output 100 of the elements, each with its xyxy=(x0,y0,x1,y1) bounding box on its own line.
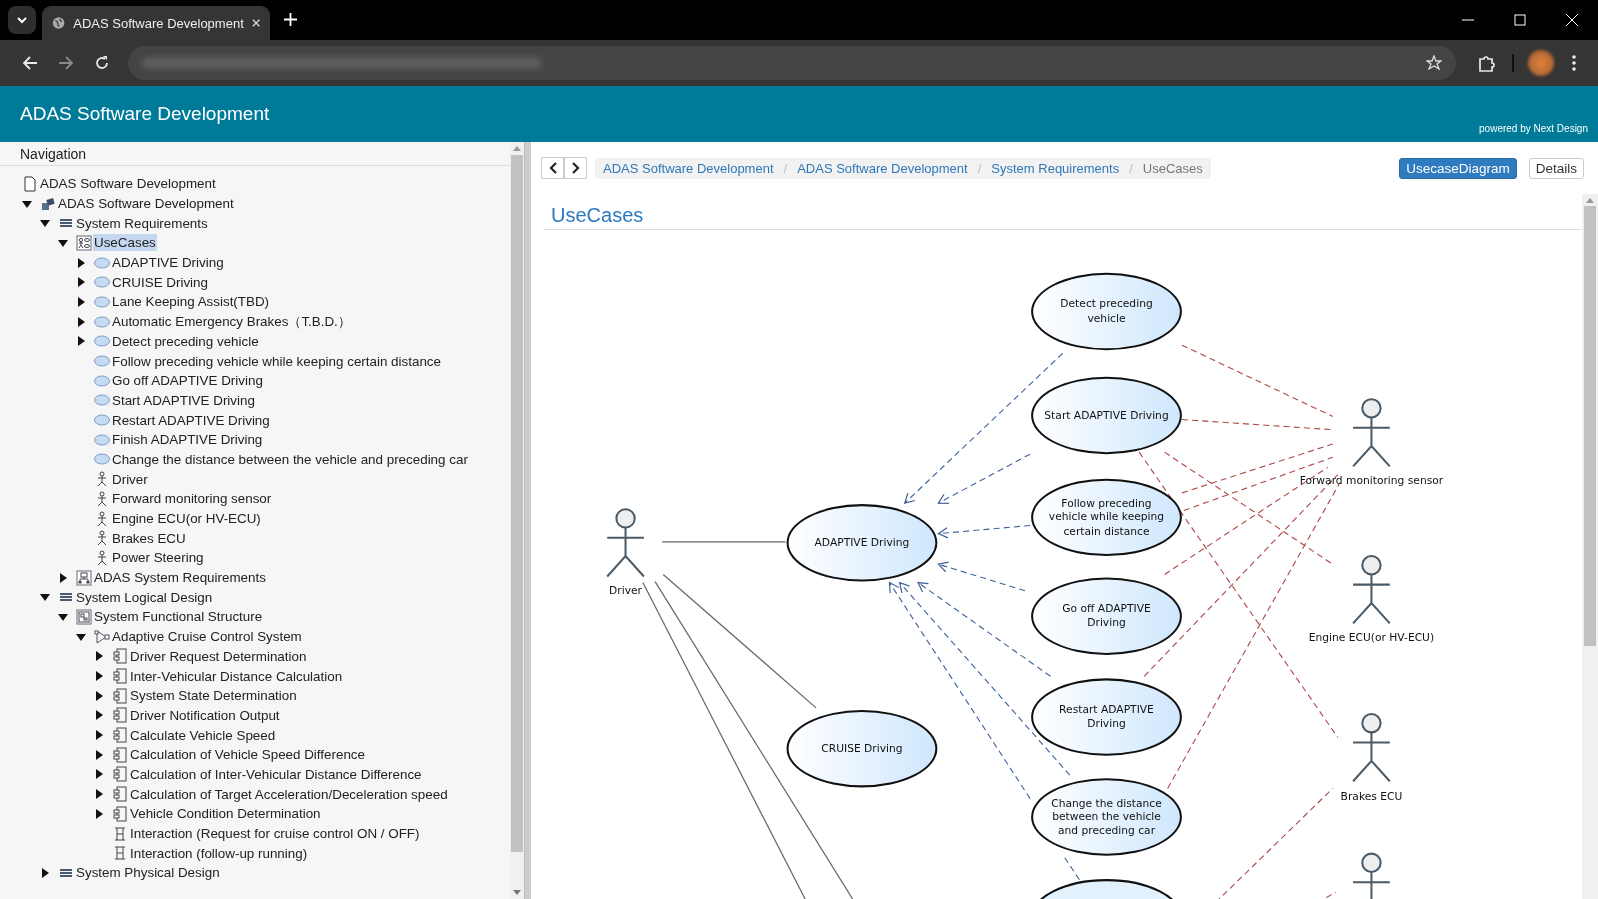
breadcrumb-link[interactable]: System Requirements xyxy=(991,160,1120,176)
tab-list-button[interactable] xyxy=(8,6,36,34)
use-case-ellipse[interactable]: Detect preceding vehicle xyxy=(1031,272,1182,351)
use-case-ellipse[interactable]: ADAPTIVE Driving xyxy=(786,504,938,582)
tree-item[interactable]: Forward monitoring sensor xyxy=(111,490,273,508)
use-case-ellipse[interactable]: Go off ADAPTIVE Driving xyxy=(1031,577,1182,655)
tree-item[interactable]: System Logical Design xyxy=(75,588,214,606)
tree-item[interactable]: System Physical Design xyxy=(75,864,221,882)
tree-item[interactable]: Detect preceding vehicle xyxy=(111,332,260,350)
system-icon xyxy=(94,628,110,645)
globe-icon xyxy=(52,15,66,31)
tree-item[interactable]: Calculation of Target Acceleration/Deceleration speed xyxy=(129,785,449,803)
new-tab-icon[interactable] xyxy=(284,13,297,26)
expander-triangle-icon[interactable] xyxy=(94,749,104,760)
expander-triangle-icon[interactable] xyxy=(76,336,86,347)
tree-item[interactable]: System State Determination xyxy=(129,687,298,705)
view-button[interactable]: Details xyxy=(1528,157,1584,179)
tree-item[interactable]: Go off ADAPTIVE Driving xyxy=(111,372,264,390)
actor-figure xyxy=(1352,555,1391,625)
close-icon[interactable] xyxy=(251,18,260,28)
next-button[interactable] xyxy=(564,157,587,179)
tree-item[interactable]: Power Steering xyxy=(111,549,205,567)
tree-item[interactable]: Automatic Emergency Brakes（T.B.D.） xyxy=(111,311,352,332)
expander-triangle-icon[interactable] xyxy=(94,730,104,741)
expander-triangle-icon[interactable] xyxy=(40,218,50,229)
expander-triangle-icon[interactable] xyxy=(76,296,86,307)
tree-item[interactable]: Brakes ECU xyxy=(111,529,187,547)
browser-tab[interactable]: ADAS Software Development xyxy=(42,6,270,40)
breadcrumb-link[interactable]: ADAS Software Development xyxy=(797,160,968,176)
usecase-icon xyxy=(94,293,110,310)
usecase-icon xyxy=(94,412,110,429)
tree-item[interactable]: Driver xyxy=(111,470,149,488)
tree-item[interactable]: System Requirements xyxy=(75,214,209,232)
expander-triangle-icon[interactable] xyxy=(76,631,86,642)
menu-icon[interactable] xyxy=(1572,55,1576,71)
expander-triangle-icon[interactable] xyxy=(76,316,86,327)
expander-triangle-icon[interactable] xyxy=(58,237,68,248)
puzzle-piece-icon[interactable] xyxy=(1478,54,1496,72)
tree-item[interactable]: Finish ADAPTIVE Driving xyxy=(111,431,264,449)
tree-item[interactable]: Interaction (Request for cruise control ON / OFF) xyxy=(129,825,421,843)
tree-item[interactable]: CRUISE Driving xyxy=(111,273,209,291)
tree-item[interactable]: Driver Notification Output xyxy=(129,706,281,724)
maximize-icon[interactable] xyxy=(1514,14,1526,26)
tree-item[interactable]: Vehicle Condition Determination xyxy=(129,805,322,823)
tree-item[interactable]: ADAS Software Development xyxy=(57,195,235,213)
tree-item[interactable]: System Functional Structure xyxy=(93,608,264,626)
expander-triangle-icon[interactable] xyxy=(94,690,104,701)
tree-item[interactable]: Follow preceding vehicle while keeping certain distance xyxy=(111,352,442,370)
tree-item[interactable]: Engine ECU(or HV-ECU) xyxy=(111,510,262,528)
breadcrumb-link[interactable]: ADAS Software Development xyxy=(603,160,774,176)
tree-item[interactable]: Start ADAPTIVE Driving xyxy=(111,391,256,409)
actor-label: Engine ECU(or HV-ECU) xyxy=(1308,630,1435,644)
expander-triangle-icon[interactable] xyxy=(58,572,68,583)
view-button[interactable]: UsecaseDiagram xyxy=(1399,157,1517,179)
expander-triangle-icon[interactable] xyxy=(58,611,68,622)
expander-triangle-icon[interactable] xyxy=(94,710,104,721)
expander-triangle-icon[interactable] xyxy=(22,198,32,209)
star-icon[interactable] xyxy=(1426,55,1442,71)
usecase-icon xyxy=(94,372,110,389)
scrollbar[interactable] xyxy=(1582,194,1598,899)
scrollbar[interactable] xyxy=(510,142,524,899)
usecase-icon xyxy=(94,451,110,468)
expander-triangle-icon[interactable] xyxy=(94,769,104,780)
expander-triangle-icon[interactable] xyxy=(94,808,104,819)
use-case-ellipse[interactable]: Start ADAPTIVE Driving xyxy=(1031,376,1182,455)
forward-arrow-icon[interactable] xyxy=(58,55,74,71)
tree-item[interactable]: Restart ADAPTIVE Driving xyxy=(111,411,271,429)
chevron-left-icon xyxy=(548,162,557,174)
tree-item[interactable]: Lane Keeping Assist(TBD) xyxy=(111,293,271,311)
tree-item[interactable]: Interaction (follow-up running) xyxy=(129,844,309,862)
use-case-ellipse[interactable]: CRUISE Driving xyxy=(786,709,938,788)
use-case-ellipse[interactable]: Change the distance between the vehicle and preceding car xyxy=(1031,778,1182,856)
profile-avatar[interactable] xyxy=(1528,50,1554,76)
expander-triangle-icon[interactable] xyxy=(94,671,104,682)
tree-item[interactable]: Calculation of Vehicle Speed Difference xyxy=(129,746,366,764)
tree-item[interactable]: UseCases xyxy=(93,234,157,252)
previous-button[interactable] xyxy=(541,157,564,179)
tree-item[interactable]: Inter-Vehicular Distance Calculation xyxy=(129,667,344,685)
use-case-ellipse[interactable]: Follow preceding vehicle while keeping certain distance xyxy=(1031,478,1182,557)
back-arrow-icon[interactable] xyxy=(22,55,38,71)
document-icon xyxy=(22,175,38,192)
tree-item[interactable]: ADAPTIVE Driving xyxy=(111,254,225,272)
expander-triangle-icon[interactable] xyxy=(40,867,50,878)
chevron-right-icon xyxy=(571,162,580,174)
chevron-down-icon xyxy=(16,16,28,24)
expander-triangle-icon[interactable] xyxy=(40,592,50,603)
tree-item[interactable]: Calculate Vehicle Speed xyxy=(129,726,277,744)
tree-item[interactable]: Driver Request Determination xyxy=(129,647,308,665)
reload-icon[interactable] xyxy=(94,55,110,71)
expander-triangle-icon[interactable] xyxy=(76,257,86,268)
expander-triangle-icon[interactable] xyxy=(94,651,104,662)
tree-item[interactable]: Change the distance between the vehicle and preceding car xyxy=(111,450,469,468)
tree-item[interactable]: ADAS System Requirements xyxy=(93,569,267,587)
use-case-ellipse[interactable]: Restart ADAPTIVE Driving xyxy=(1031,678,1182,756)
expander-triangle-icon[interactable] xyxy=(94,789,104,800)
expander-triangle-icon[interactable] xyxy=(76,277,86,288)
tree-item[interactable]: Calculation of Inter-Vehicular Distance Difference xyxy=(129,765,423,783)
scroll-down-arrow-icon[interactable] xyxy=(513,890,521,895)
tree-item[interactable]: Adaptive Cruise Control System xyxy=(111,628,303,646)
tree-item[interactable]: ADAS Software Development xyxy=(39,175,217,193)
